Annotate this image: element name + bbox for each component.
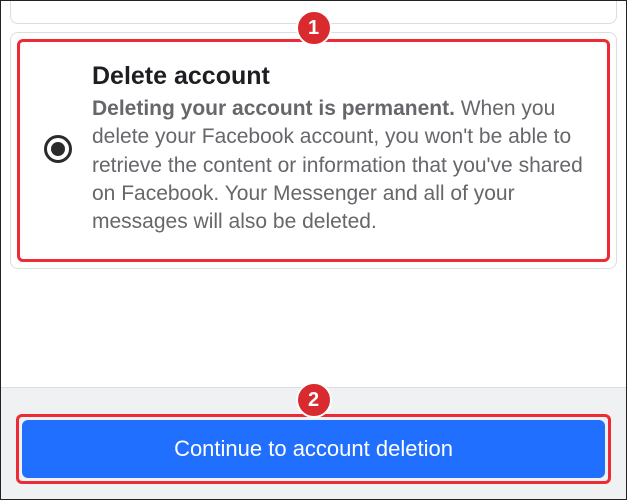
option-text-block: Delete account Deleting your account is … bbox=[92, 62, 583, 237]
annotation-callout-1: 1 bbox=[296, 10, 332, 46]
option-description-bold: Deleting your account is permanent. bbox=[92, 97, 455, 120]
annotation-highlight-2: Continue to account deletion bbox=[16, 414, 611, 484]
annotation-highlight-1: Delete account Deleting your account is … bbox=[17, 39, 610, 262]
radio-inner-dot bbox=[51, 142, 65, 156]
continue-to-deletion-button[interactable]: Continue to account deletion bbox=[22, 420, 605, 478]
option-description: Deleting your account is permanent. When… bbox=[92, 95, 583, 237]
radio-selected-icon[interactable] bbox=[44, 135, 72, 163]
annotation-callout-2: 2 bbox=[296, 382, 332, 418]
delete-account-option[interactable]: Delete account Deleting your account is … bbox=[10, 32, 617, 269]
option-title: Delete account bbox=[92, 62, 583, 91]
